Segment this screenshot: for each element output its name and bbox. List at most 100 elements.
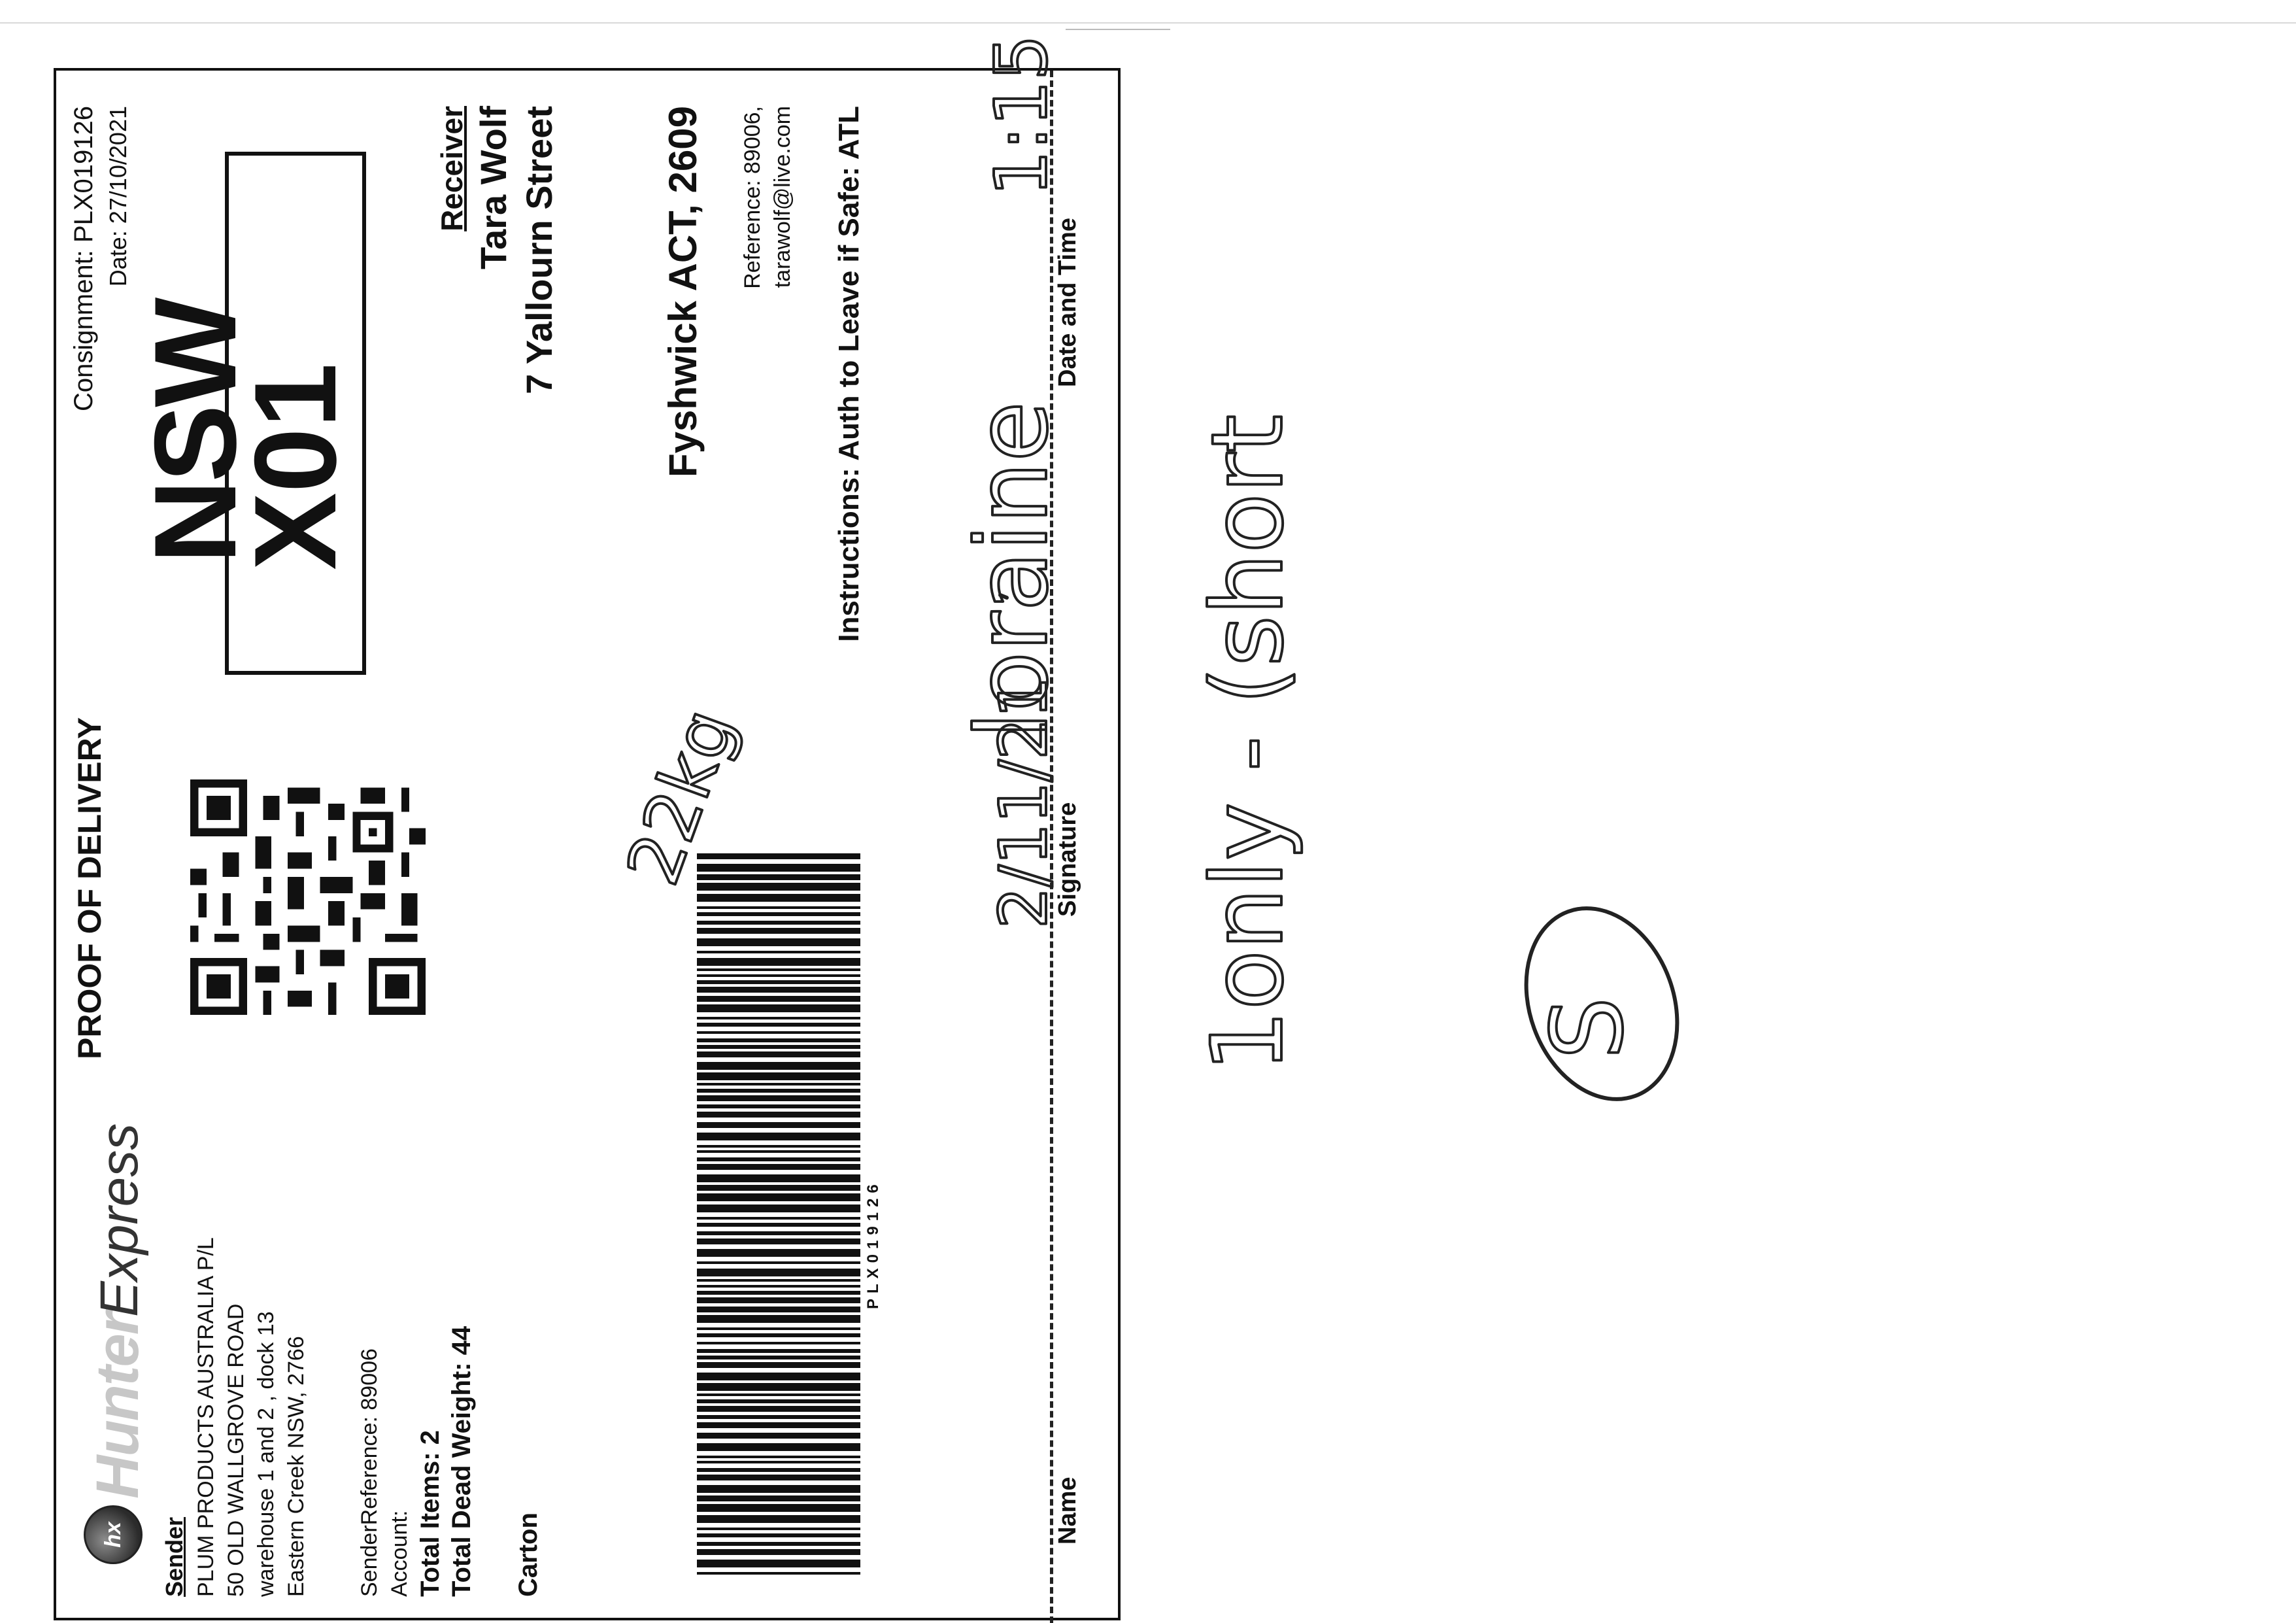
scan-mark bbox=[1066, 29, 1170, 30]
barcode-bar bbox=[697, 1095, 860, 1101]
barcode-icon bbox=[697, 853, 860, 1575]
barcode-bar bbox=[697, 1560, 860, 1567]
barcode-bar bbox=[697, 1104, 860, 1108]
barcode-bar bbox=[697, 1031, 860, 1034]
barcode-bar bbox=[697, 1333, 860, 1337]
delivery-label: hx Hunter Express PROOF OF DELIVERY Cons… bbox=[54, 68, 1123, 1623]
barcode-bar bbox=[697, 906, 860, 909]
sender-company: PLUM PRODUCTS AUSTRALIA P/L bbox=[194, 1237, 218, 1597]
barcode-bar bbox=[697, 1164, 860, 1170]
barcode-bar bbox=[697, 1533, 860, 1537]
barcode-bar bbox=[697, 894, 860, 902]
barcode-bar bbox=[697, 928, 860, 934]
barcode-bar bbox=[697, 1045, 860, 1049]
barcode-bar bbox=[697, 1150, 860, 1153]
barcode-bar bbox=[697, 1261, 860, 1264]
barcode-bar bbox=[697, 1515, 860, 1523]
barcode-bar bbox=[697, 974, 860, 977]
consignment-number: Consignment: PLX019126 bbox=[69, 106, 98, 411]
barcode-bar bbox=[697, 1193, 860, 1201]
barcode-bar bbox=[697, 1297, 860, 1303]
total-items: Total Items: 2 bbox=[416, 1430, 445, 1597]
barcode-bar bbox=[697, 1112, 860, 1118]
name-field-label: Name bbox=[1054, 1477, 1081, 1545]
barcode-bar bbox=[697, 1475, 860, 1480]
routing-code: X01 bbox=[230, 363, 360, 570]
barcode-bar bbox=[697, 1174, 860, 1182]
barcode-bar bbox=[697, 853, 860, 859]
barcode-bar bbox=[697, 864, 860, 872]
barcode-bar bbox=[697, 1122, 860, 1128]
circled-letter: S bbox=[1530, 996, 1646, 1061]
barcode-bar bbox=[697, 1572, 860, 1575]
barcode-bar bbox=[697, 1495, 860, 1501]
barcode-bar bbox=[697, 1249, 860, 1257]
receiver-heading: Receiver bbox=[435, 106, 469, 231]
barcode-bar bbox=[697, 1083, 860, 1085]
barcode-bar bbox=[697, 1204, 860, 1212]
barcode-bar bbox=[697, 1422, 860, 1428]
sender-warehouse: warehouse 1 and 2 , dock 13 bbox=[254, 1311, 279, 1597]
barcode-bar bbox=[697, 968, 860, 971]
barcode-bar bbox=[697, 1231, 860, 1235]
barcode-bar bbox=[697, 1062, 860, 1070]
barcode-bar bbox=[697, 1089, 860, 1093]
barcode-bar bbox=[697, 980, 860, 984]
barcode-bar bbox=[697, 1017, 860, 1019]
barcode-number: PLX019126 bbox=[864, 1179, 882, 1309]
logo-express-text: Express bbox=[90, 1123, 149, 1317]
barcode-bar bbox=[697, 883, 860, 891]
sender-reference: SenderReference: 89006 bbox=[357, 1348, 382, 1597]
receiver-reference: Reference: 89006, bbox=[740, 106, 765, 289]
barcode-bar bbox=[697, 987, 860, 993]
barcode-bar bbox=[697, 921, 860, 925]
barcode-bar bbox=[697, 996, 860, 1002]
barcode-bar bbox=[697, 874, 860, 880]
barcode-bar bbox=[697, 1133, 860, 1140]
barcode-bar bbox=[697, 1307, 860, 1312]
barcode-bar bbox=[697, 1528, 860, 1530]
barcode-bar bbox=[697, 1461, 860, 1463]
barcode-bar bbox=[697, 1004, 860, 1012]
barcode-bar bbox=[697, 1415, 860, 1419]
barcode-bar bbox=[697, 1327, 860, 1330]
barcode-bar bbox=[697, 1362, 860, 1368]
barcode-bar bbox=[697, 1185, 860, 1191]
total-dead-weight: Total Dead Weight: 44 bbox=[447, 1325, 476, 1597]
barcode-bar bbox=[697, 1315, 860, 1323]
barcode-bar bbox=[697, 1072, 860, 1080]
barcode-bar bbox=[697, 1038, 860, 1042]
circled-mark bbox=[1524, 906, 1680, 1101]
barcode-bar bbox=[697, 1217, 860, 1220]
barcode-bar bbox=[697, 1504, 860, 1512]
barcode-bar bbox=[697, 1223, 860, 1227]
barcode-bar bbox=[697, 1239, 860, 1244]
logo-brand-text: Hunter bbox=[84, 1312, 151, 1499]
barcode-bar bbox=[697, 1285, 860, 1288]
barcode-bar bbox=[697, 1393, 860, 1396]
barcode-bar bbox=[697, 1485, 860, 1493]
receiver-street: 7 Yallourn Street bbox=[518, 106, 560, 394]
signature-field-label: Signature bbox=[1054, 802, 1081, 917]
receiver-city: Fyshwick ACT, 2609 bbox=[661, 106, 705, 478]
barcode-bar bbox=[697, 1269, 860, 1276]
datetime-field-label: Date and Time bbox=[1054, 217, 1081, 387]
document-title: PROOF OF DELIVERY bbox=[71, 717, 108, 1059]
svg-text:1only - (short: 1only - (short bbox=[1191, 415, 1305, 1072]
barcode-bar bbox=[697, 1356, 860, 1359]
barcode-bar bbox=[697, 1145, 860, 1148]
receiver-email: tarawolf@live.com bbox=[770, 106, 795, 288]
sender-street: 50 OLD WALLGROVE ROAD bbox=[224, 1303, 248, 1597]
barcode-bar bbox=[697, 1373, 860, 1380]
barcode-bar bbox=[697, 1443, 860, 1451]
package-type: Carton bbox=[514, 1512, 543, 1597]
barcode-bar bbox=[697, 1433, 860, 1439]
barcode-bar bbox=[697, 1406, 860, 1412]
sender-heading: Sender bbox=[161, 1516, 188, 1597]
qr-code-icon bbox=[190, 779, 426, 1015]
barcode-bar bbox=[697, 1468, 860, 1472]
label-content: hx Hunter Express PROOF OF DELIVERY Cons… bbox=[56, 71, 1123, 1623]
receiver-name: Tara Wolf bbox=[473, 106, 514, 269]
barcode-bar bbox=[697, 1157, 860, 1161]
barcode-bar bbox=[697, 951, 860, 953]
